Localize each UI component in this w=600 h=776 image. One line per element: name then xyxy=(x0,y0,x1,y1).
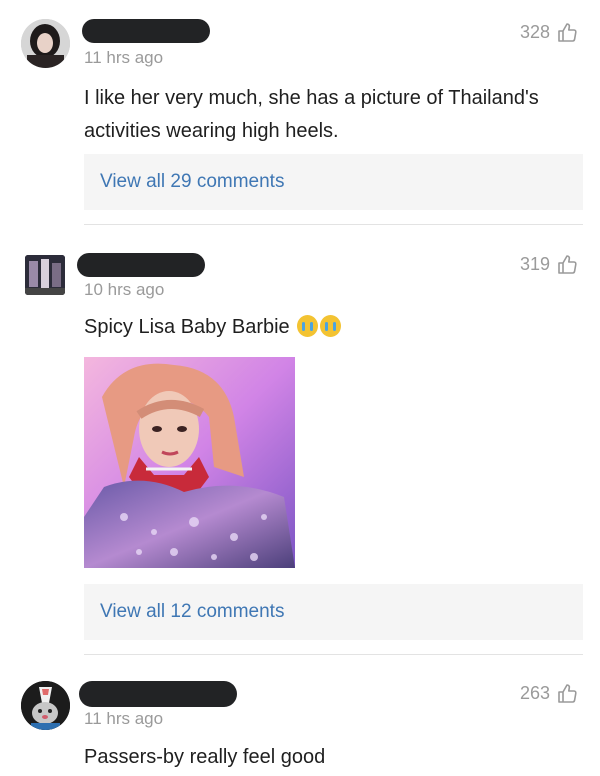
comment-text: Passers-by really feel good xyxy=(84,746,326,768)
comment-time: 11 hrs ago xyxy=(84,709,164,728)
redacted-username xyxy=(79,681,237,707)
thumbs-up-icon xyxy=(558,684,577,703)
like-count: 263 xyxy=(519,682,550,703)
comment-3: 11 hrs ago 263 Passers-by really feel go… xyxy=(0,0,600,776)
avatar[interactable] xyxy=(21,681,70,730)
like-button[interactable]: 263 xyxy=(520,682,578,704)
